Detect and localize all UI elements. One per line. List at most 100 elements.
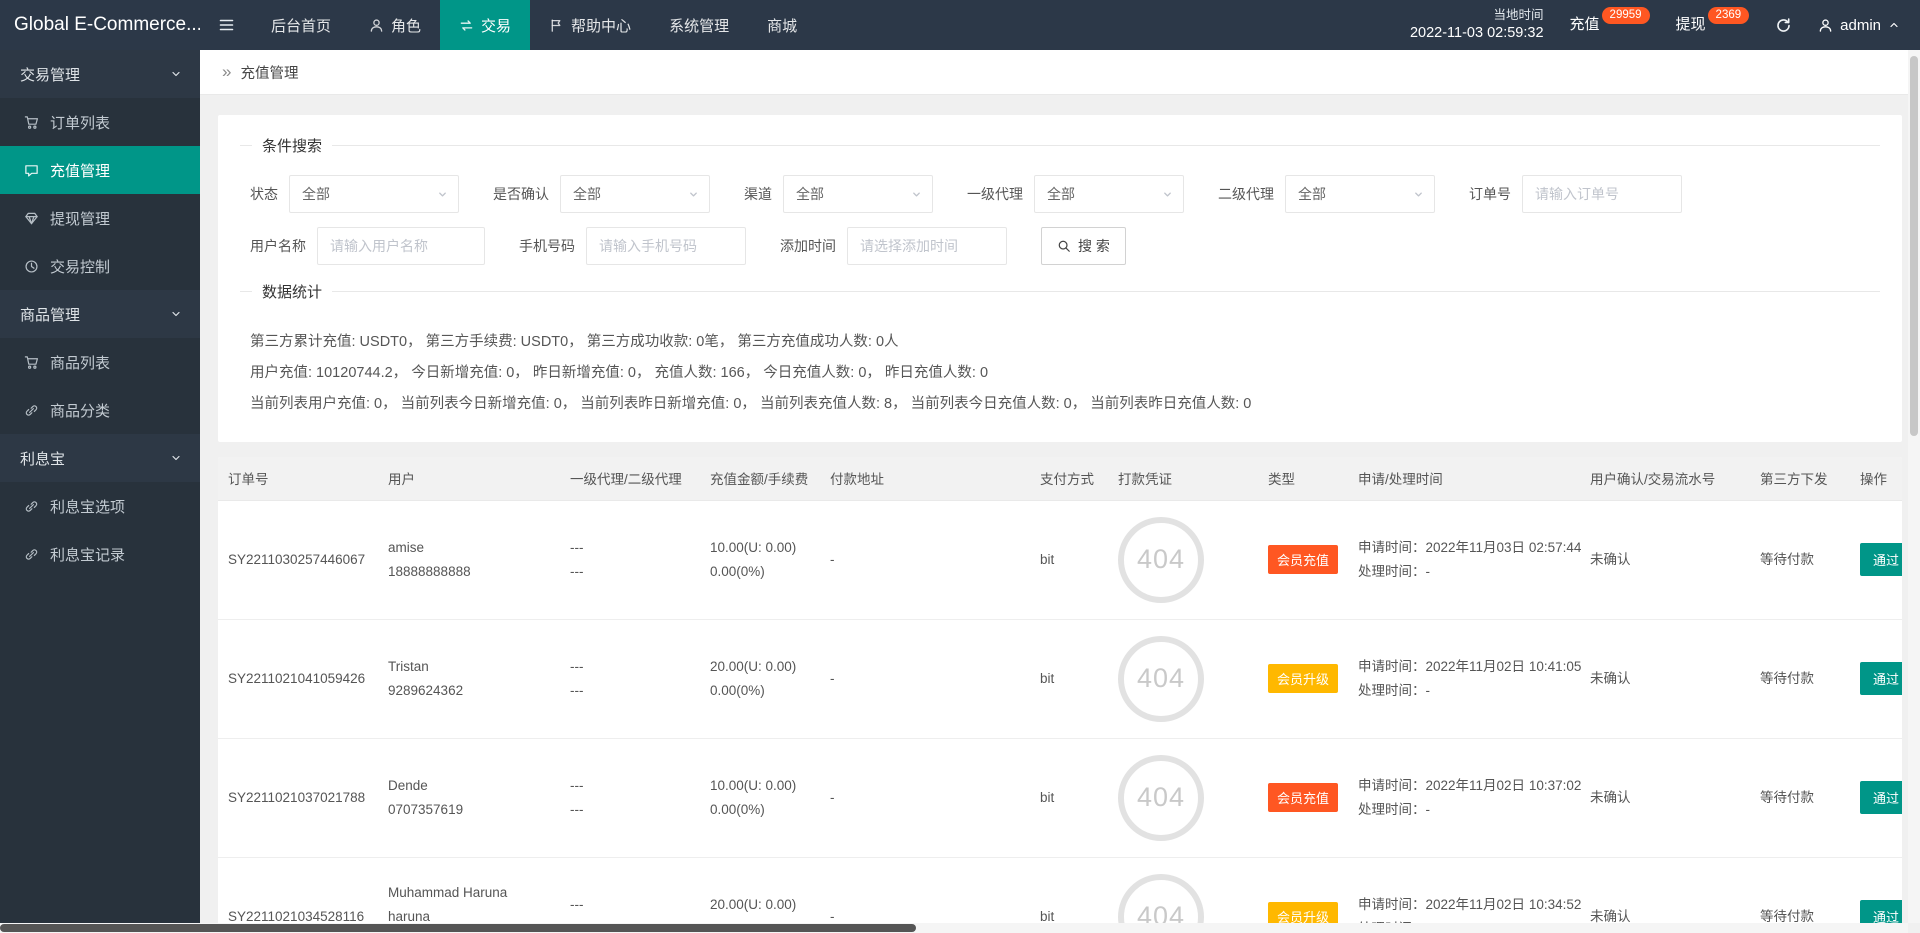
voucher-image-placeholder[interactable]: 404	[1118, 517, 1204, 603]
sidebar-group-trade-management[interactable]: 交易管理	[0, 50, 200, 98]
horizontal-scrollbar[interactable]	[0, 923, 1908, 933]
sidebar-group-lixibao[interactable]: 利息宝	[0, 434, 200, 482]
nav-item-home[interactable]: 后台首页	[252, 0, 350, 50]
nav-label: 系统管理	[669, 15, 729, 36]
add-time-label: 添加时间	[780, 236, 836, 256]
col-amount-fee: 充值金额/手续费	[700, 457, 820, 500]
phone-field: 手机号码	[519, 227, 746, 265]
recharge-amount: 10.00(U: 0.00)	[710, 774, 810, 798]
col-order-no: 订单号	[218, 457, 378, 500]
col-actions: 操作	[1850, 457, 1902, 500]
nav-label: 商城	[767, 15, 797, 36]
sidebar-item-label: 商品列表	[50, 352, 110, 373]
nav-item-roles[interactable]: 角色	[350, 0, 440, 50]
sidebar-item-trade-control[interactable]: 交易控制	[0, 242, 200, 290]
recharge-notify[interactable]: 充值 29959	[1570, 0, 1650, 50]
sidebar-group-label: 商品管理	[20, 304, 80, 325]
type-badge: 会员升级	[1268, 664, 1338, 693]
agent-level1: ---	[570, 774, 690, 798]
sidebar-item-goods-list[interactable]: 商品列表	[0, 338, 200, 386]
confirm-label: 是否确认	[493, 184, 549, 204]
search-card: 条件搜索 状态 全部 是否确认 全部	[218, 115, 1902, 442]
vertical-scrollbar-thumb[interactable]	[1910, 56, 1918, 436]
sidebar-item-label: 利息宝记录	[50, 544, 125, 565]
recharge-table: 订单号 用户 一级代理/二级代理 充值金额/手续费 付款地址 支付方式 打款凭证…	[218, 457, 1902, 933]
vertical-scrollbar[interactable]	[1908, 50, 1920, 923]
refresh-button[interactable]	[1775, 17, 1792, 34]
chevron-down-icon	[1162, 189, 1173, 200]
confirm-field: 是否确认 全部	[493, 175, 710, 213]
user-icon	[1818, 18, 1833, 33]
user-name-input[interactable]	[317, 227, 485, 265]
search-fieldset: 条件搜索 状态 全部 是否确认 全部	[240, 135, 1880, 271]
nav-item-mall[interactable]: 商城	[748, 0, 816, 50]
nav-item-help-center[interactable]: 帮助中心	[530, 0, 650, 50]
phone-label: 手机号码	[519, 236, 575, 256]
nav-label: 帮助中心	[571, 15, 631, 36]
phone-input[interactable]	[586, 227, 746, 265]
sidebar-item-order-list[interactable]: 订单列表	[0, 98, 200, 146]
table-header: 订单号 用户 一级代理/二级代理 充值金额/手续费 付款地址 支付方式 打款凭证…	[218, 457, 1902, 500]
sidebar: 交易管理 订单列表 充值管理 提现管理 交易控制 商品管理 商品列表	[0, 50, 200, 933]
confirm-select[interactable]: 全部	[560, 175, 710, 213]
order-no: SY2211021041059426	[228, 667, 368, 691]
process-time: 处理时间：-	[1358, 679, 1570, 703]
sidebar-item-lixibao-options[interactable]: 利息宝选项	[0, 482, 200, 530]
app-logo: Global E-Commerce...	[0, 0, 200, 50]
menu-toggle-button[interactable]	[200, 0, 252, 50]
third-party-status: 等待付款	[1760, 786, 1840, 810]
recharge-amount: 20.00(U: 0.00)	[710, 893, 810, 917]
order-no-input[interactable]	[1522, 175, 1682, 213]
sidebar-item-label: 商品分类	[50, 400, 110, 421]
recharge-table-card: 订单号 用户 一级代理/二级代理 充值金额/手续费 付款地址 支付方式 打款凭证…	[218, 457, 1902, 933]
voucher-image-placeholder[interactable]: 404	[1118, 755, 1204, 841]
sidebar-item-label: 利息宝选项	[50, 496, 125, 517]
sidebar-group-goods-management[interactable]: 商品管理	[0, 290, 200, 338]
chevron-up-icon	[1888, 19, 1900, 31]
sidebar-item-lixibao-records[interactable]: 利息宝记录	[0, 530, 200, 578]
approve-button[interactable]: 通过	[1860, 781, 1902, 814]
image-404-text: 404	[1137, 544, 1185, 575]
local-time-value: 2022-11-03 02:59:32	[1410, 24, 1544, 44]
user-confirm-status: 未确认	[1590, 786, 1740, 810]
stats-legend: 数据统计	[252, 281, 332, 302]
page-content: 条件搜索 状态 全部 是否确认 全部	[200, 95, 1920, 933]
withdraw-notify[interactable]: 提现 2369	[1676, 0, 1750, 50]
user-name-label: 用户名称	[250, 236, 306, 256]
stats-line-user-recharge: 用户充值: 10120744.2， 今日新增充值: 0， 昨日新增充值: 0， …	[250, 358, 1874, 389]
col-user-confirm: 用户确认/交易流水号	[1580, 457, 1750, 500]
approve-button[interactable]: 通过	[1860, 543, 1902, 576]
sidebar-group-label: 利息宝	[20, 448, 65, 469]
approve-button[interactable]: 通过	[1860, 662, 1902, 695]
nav-item-system[interactable]: 系统管理	[650, 0, 748, 50]
agent1-select[interactable]: 全部	[1034, 175, 1184, 213]
status-field: 状态 全部	[250, 175, 459, 213]
sidebar-item-goods-category[interactable]: 商品分类	[0, 386, 200, 434]
add-time-input[interactable]	[847, 227, 1007, 265]
image-404-text: 404	[1137, 782, 1185, 813]
col-agents: 一级代理/二级代理	[560, 457, 700, 500]
top-nav: 后台首页 角色 交易 帮助中心 系统管理 商城	[252, 0, 816, 50]
horizontal-scrollbar-thumb[interactable]	[0, 924, 916, 932]
status-select[interactable]: 全部	[289, 175, 459, 213]
user-name: amise	[388, 536, 550, 560]
col-voucher: 打款凭证	[1108, 457, 1258, 500]
agent-level1: ---	[570, 893, 690, 917]
channel-select[interactable]: 全部	[783, 175, 933, 213]
voucher-image-placeholder[interactable]: 404	[1118, 636, 1204, 722]
sidebar-item-withdraw-management[interactable]: 提现管理	[0, 194, 200, 242]
third-party-status: 等待付款	[1760, 548, 1840, 572]
table-body: SY2211030257446067 amise 18888888888 ---…	[218, 500, 1902, 933]
search-button[interactable]: 搜 索	[1041, 227, 1126, 265]
sidebar-item-recharge-management[interactable]: 充值管理	[0, 146, 200, 194]
pay-address: -	[830, 548, 1020, 572]
pay-method: bit	[1040, 548, 1098, 572]
agent2-select[interactable]: 全部	[1285, 175, 1435, 213]
pay-address: -	[830, 786, 1020, 810]
user-confirm-status: 未确认	[1590, 667, 1740, 691]
nav-item-trade[interactable]: 交易	[440, 0, 530, 50]
fee: 0.00(0%)	[710, 798, 810, 822]
pay-address: -	[830, 667, 1020, 691]
user-menu[interactable]: admin	[1818, 17, 1900, 34]
agent1-select-value: 全部	[1047, 184, 1075, 204]
